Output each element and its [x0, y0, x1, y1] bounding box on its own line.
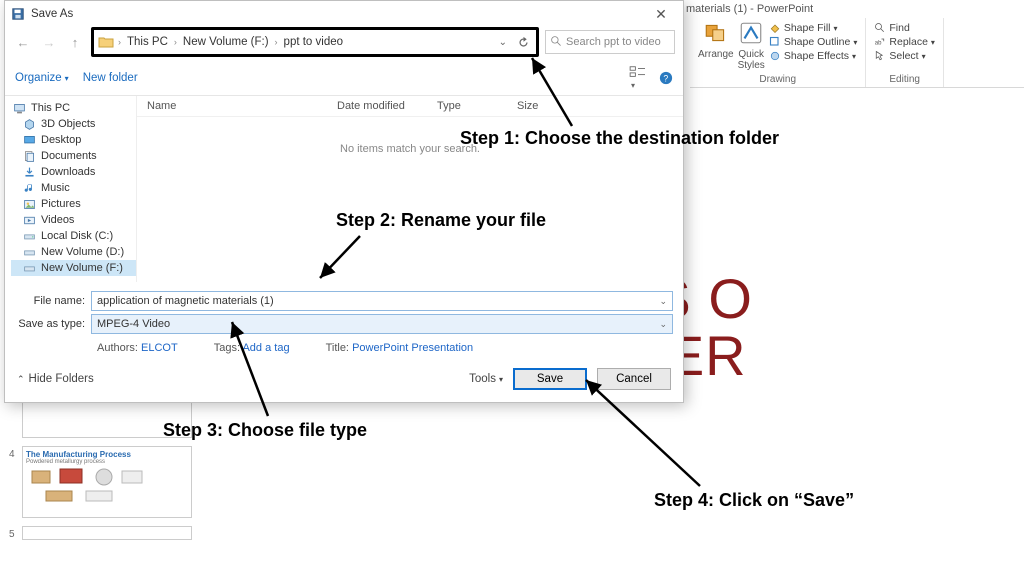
replace-icon: ab	[874, 36, 886, 48]
folder-icon	[98, 35, 114, 49]
annotation-step4: Step 4: Click on “Save”	[654, 490, 854, 511]
search-icon	[550, 35, 563, 48]
authors-value[interactable]: ELCOT	[141, 342, 178, 354]
pc-icon	[13, 102, 26, 115]
svg-text:ab: ab	[875, 40, 882, 46]
find-icon	[874, 22, 886, 34]
save-as-type-select[interactable]: MPEG-4 Video⌄	[91, 314, 673, 334]
arrange-icon	[703, 20, 729, 46]
annotation-step1: Step 1: Choose the destination folder	[460, 128, 779, 149]
tree-downloads[interactable]: Downloads	[11, 164, 136, 180]
select-button[interactable]: Select▾	[874, 50, 935, 62]
drive-icon	[23, 262, 36, 275]
file-name-label: File name:	[15, 295, 91, 307]
pen-icon	[769, 36, 781, 48]
drive-icon	[23, 246, 36, 259]
organize-button[interactable]: Organize▾	[15, 72, 69, 84]
shape-effects-button[interactable]: Shape Effects▾	[769, 50, 858, 62]
svg-text:?: ?	[663, 74, 668, 84]
save-icon	[11, 7, 25, 21]
find-button[interactable]: Find	[874, 22, 935, 34]
documents-icon	[23, 150, 36, 163]
tree-local-disk-c[interactable]: Local Disk (C:)	[11, 228, 136, 244]
slide-thumbnails: 3 4 The Manufacturing Process Powdered m…	[0, 388, 200, 548]
tools-menu[interactable]: Tools▾	[469, 373, 503, 385]
paint-bucket-icon	[769, 22, 781, 34]
chevron-up-icon: ⌃	[17, 374, 25, 385]
tree-3d-objects[interactable]: 3D Objects	[11, 116, 136, 132]
annotation-step2: Step 2: Rename your file	[336, 210, 546, 231]
quick-styles-button[interactable]: Quick Styles	[738, 20, 765, 71]
tree-new-volume-d[interactable]: New Volume (D:)	[11, 244, 136, 260]
doc-title-value[interactable]: PowerPoint Presentation	[352, 342, 473, 354]
ribbon: Arrange Quick Styles Shape Fill▾ Shape O…	[690, 18, 1024, 88]
videos-icon	[23, 214, 36, 227]
tags-value[interactable]: Add a tag	[242, 342, 289, 354]
quick-styles-icon	[738, 20, 764, 46]
view-options-button[interactable]: ▾	[629, 65, 647, 91]
cube-icon	[23, 118, 36, 131]
new-folder-button[interactable]: New folder	[83, 72, 138, 84]
annotation-step3: Step 3: Choose file type	[163, 420, 367, 441]
shape-fill-button[interactable]: Shape Fill▾	[769, 22, 858, 34]
dialog-toolbar: Organize▾ New folder ▾ ?	[5, 61, 683, 96]
ribbon-group-drawing: Arrange Quick Styles Shape Fill▾ Shape O…	[690, 18, 866, 87]
cursor-icon	[874, 50, 886, 62]
ribbon-group-editing: Find abReplace▾ Select▾ Editing	[866, 18, 944, 87]
tree-documents[interactable]: Documents	[11, 148, 136, 164]
music-icon	[23, 182, 36, 195]
save-as-type-label: Save as type:	[15, 318, 91, 330]
nav-forward-button[interactable]: →	[39, 31, 59, 53]
tree-new-volume-f[interactable]: New Volume (F:)	[11, 260, 136, 276]
pictures-icon	[23, 198, 36, 211]
file-list[interactable]: Name Date modified Type Size No items ma…	[137, 96, 683, 282]
help-icon[interactable]: ?	[659, 71, 673, 85]
slide-thumb-4[interactable]: 4 The Manufacturing Process Powdered met…	[22, 446, 192, 518]
tree-desktop[interactable]: Desktop	[11, 132, 136, 148]
search-input[interactable]: Search ppt to video	[545, 30, 675, 54]
nav-tree[interactable]: This PC 3D Objects Desktop Documents Dow…	[5, 96, 137, 282]
save-as-dialog: Save As ✕ ← → ↑ ›This PC›New Volume (F:)…	[4, 0, 684, 403]
tree-pictures[interactable]: Pictures	[11, 196, 136, 212]
drive-icon	[23, 230, 36, 243]
refresh-icon[interactable]	[517, 36, 530, 49]
list-header[interactable]: Name Date modified Type Size	[137, 96, 683, 117]
cancel-button[interactable]: Cancel	[597, 368, 671, 390]
nav-up-button[interactable]: ↑	[65, 31, 85, 53]
thumb-diagram-icon	[26, 465, 156, 505]
breadcrumb-bar[interactable]: ›This PC›New Volume (F:)›ppt to video ⌄	[91, 27, 539, 57]
tree-this-pc[interactable]: This PC	[11, 100, 136, 116]
effects-icon	[769, 50, 781, 62]
dialog-titlebar: Save As ✕	[5, 1, 683, 27]
replace-button[interactable]: abReplace▾	[874, 36, 935, 48]
downloads-icon	[23, 166, 36, 179]
chevron-down-icon[interactable]: ⌄	[499, 37, 507, 48]
hide-folders-button[interactable]: ⌃Hide Folders	[17, 373, 94, 385]
slide-thumb-5[interactable]: 5	[22, 526, 192, 540]
arrange-button[interactable]: Arrange	[698, 20, 734, 60]
shape-outline-button[interactable]: Shape Outline▾	[769, 36, 858, 48]
tree-videos[interactable]: Videos	[11, 212, 136, 228]
ppt-window-title: materials (1) - PowerPoint	[686, 3, 813, 15]
save-button[interactable]: Save	[513, 368, 587, 390]
nav-back-button[interactable]: ←	[13, 31, 33, 53]
tree-music[interactable]: Music	[11, 180, 136, 196]
dialog-title: Save As	[31, 8, 73, 20]
file-name-input[interactable]: application of magnetic materials (1)⌄	[91, 291, 673, 311]
close-button[interactable]: ✕	[645, 6, 677, 23]
desktop-icon	[23, 134, 36, 147]
